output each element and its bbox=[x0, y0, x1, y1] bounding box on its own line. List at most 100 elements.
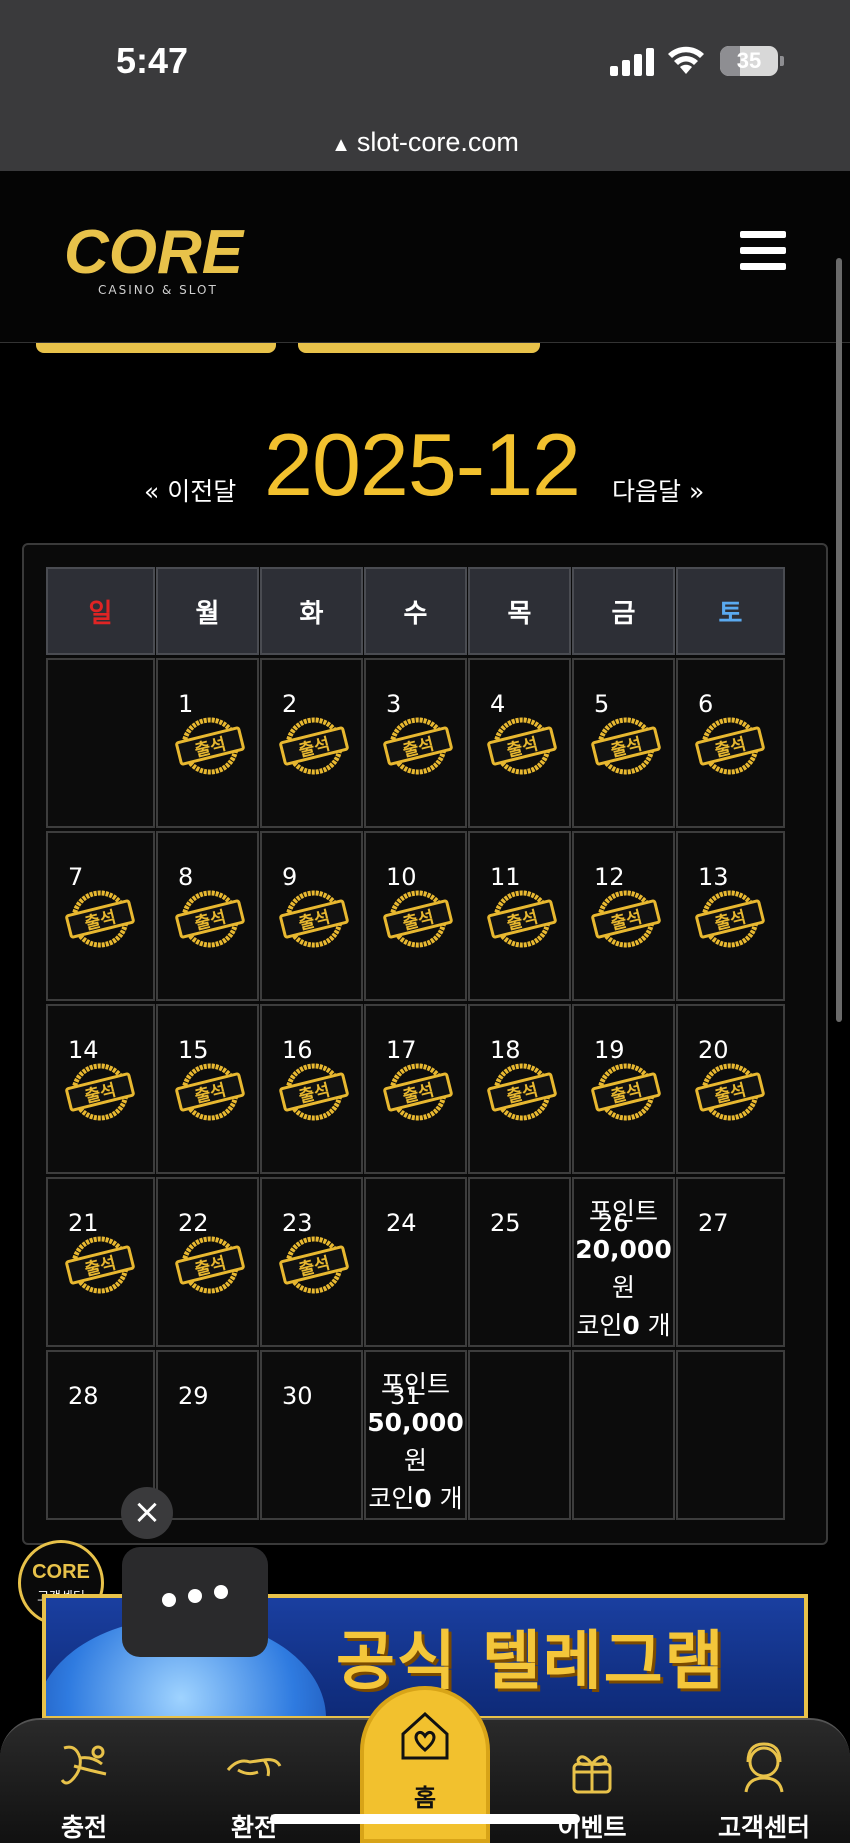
calendar-day-cell[interactable]: 15 출석 bbox=[156, 1004, 259, 1174]
calendar-day-cell[interactable]: 27 bbox=[676, 1177, 785, 1347]
calendar-day-cell[interactable]: 25 bbox=[468, 1177, 571, 1347]
attendance-stamp-icon: 출석 bbox=[279, 1063, 349, 1121]
calendar-day-cell[interactable]: 5 출석 bbox=[572, 658, 675, 828]
home-heart-icon bbox=[401, 1711, 449, 1760]
day-number: 24 bbox=[386, 1209, 417, 1237]
calendar-day-cell[interactable]: 26 포인트 20,000 원 코인0 개 bbox=[572, 1177, 675, 1347]
day-number: 28 bbox=[68, 1382, 99, 1410]
calendar-day-cell[interactable]: 18 출석 bbox=[468, 1004, 571, 1174]
attendance-calendar: 일월화수목금토 1 출석 2 출석 3 출석 4 출석 5 출석 6 출석 7 출석 8 출석 9 출석 10 출석 1… bbox=[46, 567, 804, 1523]
attendance-stamp-icon: 출석 bbox=[175, 1236, 245, 1294]
cellular-signal-icon bbox=[610, 48, 654, 76]
day-number: 3 bbox=[386, 690, 402, 718]
more-options-button[interactable] bbox=[122, 1547, 268, 1657]
reward-point-label: 포인트 bbox=[380, 1370, 450, 1399]
calendar-day-cell[interactable]: 23 출석 bbox=[260, 1177, 363, 1347]
calendar-day-cell[interactable]: 7 출석 bbox=[46, 831, 155, 1001]
attendance-stamp-icon: 출석 bbox=[591, 717, 661, 775]
nav-label: 고객센터 bbox=[717, 1813, 810, 1842]
calendar-day-cell[interactable]: 9 출석 bbox=[260, 831, 363, 1001]
attendance-stamp-icon: 출석 bbox=[695, 717, 765, 775]
attendance-stamp-icon: 출석 bbox=[65, 890, 135, 948]
calendar-day-cell[interactable]: 29 bbox=[156, 1350, 259, 1520]
reward-amount: 50,000 bbox=[367, 1408, 464, 1437]
prev-month-link[interactable]: « 이전달 bbox=[144, 472, 236, 508]
battery-icon: 35 bbox=[720, 46, 784, 76]
reward-coin: 코인0 개 bbox=[576, 1311, 671, 1340]
calendar-day-cell[interactable]: 2 출석 bbox=[260, 658, 363, 828]
site-header: CORE CASINO & SLOT bbox=[0, 171, 850, 343]
calendar-day-cell[interactable]: 11 출석 bbox=[468, 831, 571, 1001]
logo-subtitle: CASINO & SLOT bbox=[98, 283, 218, 297]
day-number: 29 bbox=[178, 1382, 209, 1410]
calendar-day-cell[interactable]: 17 출석 bbox=[364, 1004, 467, 1174]
wifi-icon bbox=[668, 46, 704, 74]
day-number: 30 bbox=[282, 1382, 313, 1410]
calendar-day-cell[interactable]: 31 포인트 50,000 원 코인0 개 bbox=[364, 1350, 467, 1520]
calendar-day-cell[interactable]: 10 출석 bbox=[364, 831, 467, 1001]
attendance-stamp-icon: 출석 bbox=[279, 717, 349, 775]
calendar-day-cell[interactable] bbox=[468, 1350, 571, 1520]
nav-deposit[interactable]: 충전 bbox=[24, 1740, 144, 1843]
calendar-week-row: 7 출석 8 출석 9 출석 10 출석 11 출석 12 출석 13 출석 bbox=[46, 831, 804, 1004]
weekday-header: 화 bbox=[260, 567, 363, 655]
gift-icon bbox=[572, 1755, 612, 1794]
calendar-day-cell[interactable]: 13 출석 bbox=[676, 831, 785, 1001]
attendance-stamp-icon: 출석 bbox=[175, 890, 245, 948]
core-logo[interactable]: CORE CASINO & SLOT bbox=[64, 218, 264, 301]
day-number: 9 bbox=[282, 863, 298, 891]
url-bar[interactable]: ▲ slot-core.com bbox=[0, 125, 850, 171]
calendar-day-cell[interactable]: 12 출석 bbox=[572, 831, 675, 1001]
next-month-link[interactable]: 다음달 » bbox=[612, 472, 704, 508]
close-icon[interactable]: × bbox=[121, 1487, 173, 1539]
day-number: 11 bbox=[490, 863, 521, 891]
attendance-stamp-icon: 출석 bbox=[175, 1063, 245, 1121]
calendar-day-cell[interactable]: 19 출석 bbox=[572, 1004, 675, 1174]
calendar-day-cell[interactable]: 21 출석 bbox=[46, 1177, 155, 1347]
day-number: 14 bbox=[68, 1036, 99, 1064]
attendance-stamp-icon: 출석 bbox=[383, 1063, 453, 1121]
calendar-day-cell[interactable] bbox=[46, 658, 155, 828]
calendar-day-cell[interactable]: 14 출석 bbox=[46, 1004, 155, 1174]
nav-support[interactable]: 고객센터 bbox=[704, 1740, 824, 1843]
menu-hamburger-icon[interactable] bbox=[740, 231, 786, 271]
weekday-header: 일 bbox=[46, 567, 155, 655]
attendance-stamp-icon: 출석 bbox=[65, 1236, 135, 1294]
calendar-day-cell[interactable]: 6 출석 bbox=[676, 658, 785, 828]
calendar-day-cell[interactable] bbox=[572, 1350, 675, 1520]
calendar-day-cell[interactable]: 4 출석 bbox=[468, 658, 571, 828]
calendar-day-cell[interactable]: 3 출석 bbox=[364, 658, 467, 828]
warning-icon: ▲ bbox=[331, 134, 351, 156]
nav-event[interactable]: 이벤트 bbox=[532, 1740, 652, 1843]
status-time: 5:47 bbox=[116, 40, 189, 81]
day-number: 10 bbox=[386, 863, 417, 891]
month-navigation: « 이전달 2025-12 다음달 » bbox=[0, 410, 850, 520]
yellow-tab-right[interactable] bbox=[298, 343, 540, 353]
calendar-day-cell[interactable] bbox=[676, 1350, 785, 1520]
calendar-day-cell[interactable]: 16 출석 bbox=[260, 1004, 363, 1174]
calendar-day-cell[interactable]: 20 출석 bbox=[676, 1004, 785, 1174]
day-number: 17 bbox=[386, 1036, 417, 1064]
support-icon bbox=[744, 1742, 784, 1793]
nav-label: 충전 bbox=[60, 1813, 107, 1842]
day-number: 25 bbox=[490, 1209, 521, 1237]
calendar-week-row: 1 출석 2 출석 3 출석 4 출석 5 출석 6 출석 bbox=[46, 658, 804, 831]
weekday-header: 토 bbox=[676, 567, 785, 655]
yellow-tab-left[interactable] bbox=[36, 343, 276, 353]
reward-point-label: 포인트 bbox=[588, 1197, 658, 1226]
day-number: 1 bbox=[178, 690, 194, 718]
calendar-day-cell[interactable]: 24 bbox=[364, 1177, 467, 1347]
attendance-stamp-icon: 출석 bbox=[383, 890, 453, 948]
status-bar: 5:47 35 bbox=[0, 0, 850, 125]
attendance-stamp-icon: 출석 bbox=[487, 717, 557, 775]
calendar-day-cell[interactable]: 22 출석 bbox=[156, 1177, 259, 1347]
calendar-day-cell[interactable]: 8 출석 bbox=[156, 831, 259, 1001]
calendar-day-cell[interactable]: 1 출석 bbox=[156, 658, 259, 828]
attendance-stamp-icon: 출석 bbox=[65, 1063, 135, 1121]
weekday-header-row: 일월화수목금토 bbox=[46, 567, 804, 658]
calendar-day-cell[interactable]: 30 bbox=[260, 1350, 363, 1520]
nav-withdraw[interactable]: 환전 bbox=[194, 1740, 314, 1843]
scrollbar[interactable] bbox=[836, 258, 842, 1022]
reward-unit: 원 bbox=[403, 1446, 427, 1475]
reward-coin: 코인0 개 bbox=[368, 1484, 463, 1513]
